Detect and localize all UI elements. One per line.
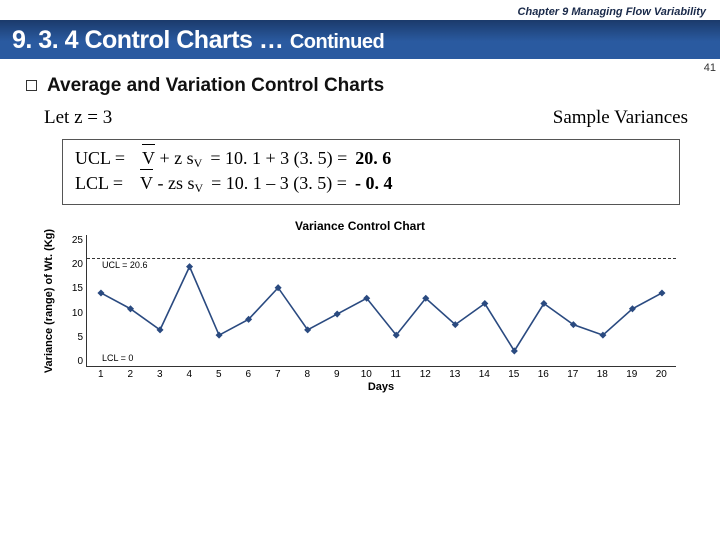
subheading: Average and Variation Control Charts bbox=[26, 75, 694, 97]
chart-title: Variance Control Chart bbox=[36, 219, 684, 233]
lcl-rhs: = 10. 1 – 3 (3. 5) = bbox=[211, 173, 347, 194]
bullet-icon bbox=[26, 80, 37, 91]
plot-area: UCL = 20.6 LCL = 0 bbox=[86, 235, 676, 367]
title-continued: Continued bbox=[290, 31, 384, 53]
x-axis-ticks: 1234567891011121314151617181920 bbox=[86, 369, 676, 380]
x-axis-label: Days bbox=[86, 381, 676, 393]
slide-body: Average and Variation Control Charts Let… bbox=[0, 59, 720, 393]
chart-svg bbox=[87, 235, 676, 367]
y-axis-label: Variance (range) of Wt. (Kg) bbox=[43, 229, 55, 373]
lcl-equation: LCL = V - zs sV = 10. 1 – 3 (3. 5) = - 0… bbox=[75, 173, 669, 196]
section-title: 9. 3. 4 Control Charts … Continued bbox=[12, 26, 384, 54]
sample-variances-label: Sample Variances bbox=[553, 107, 688, 129]
lcl-lhs-rest: - zs s bbox=[157, 173, 194, 193]
lcl-label: LCL = bbox=[75, 173, 123, 194]
ucl-value: 20. 6 bbox=[355, 148, 391, 169]
ucl-label: UCL = bbox=[75, 148, 125, 169]
page-number: 41 bbox=[704, 62, 716, 74]
ucl-equation: UCL = V + z sV = 10. 1 + 3 (3. 5) = 20. … bbox=[75, 148, 669, 171]
let-z-text: Let z = 3 bbox=[44, 107, 112, 129]
ucl-lhs-rest: + z s bbox=[159, 148, 193, 168]
y-axis-ticks: 2520151050 bbox=[62, 235, 86, 367]
ucl-rhs: = 10. 1 + 3 (3. 5) = bbox=[210, 148, 347, 169]
v-bar-symbol: V bbox=[142, 148, 155, 169]
ucl-subscript: V bbox=[194, 156, 203, 170]
chart: Variance Control Chart Variance (range) … bbox=[36, 219, 684, 393]
let-row: Let z = 3 Sample Variances bbox=[44, 107, 688, 129]
v-bar-symbol: V bbox=[140, 173, 153, 194]
slide: Chapter 9 Managing Flow Variability 9. 3… bbox=[0, 0, 720, 540]
lcl-subscript: V bbox=[194, 181, 203, 195]
equations-box: UCL = V + z sV = 10. 1 + 3 (3. 5) = 20. … bbox=[62, 139, 680, 205]
lcl-value: - 0. 4 bbox=[355, 173, 393, 194]
title-bar: 9. 3. 4 Control Charts … Continued bbox=[0, 20, 720, 59]
chapter-header: Chapter 9 Managing Flow Variability bbox=[0, 0, 720, 20]
section-number: 9. 3. 4 Control Charts … bbox=[12, 26, 283, 54]
subheading-text: Average and Variation Control Charts bbox=[47, 75, 384, 96]
